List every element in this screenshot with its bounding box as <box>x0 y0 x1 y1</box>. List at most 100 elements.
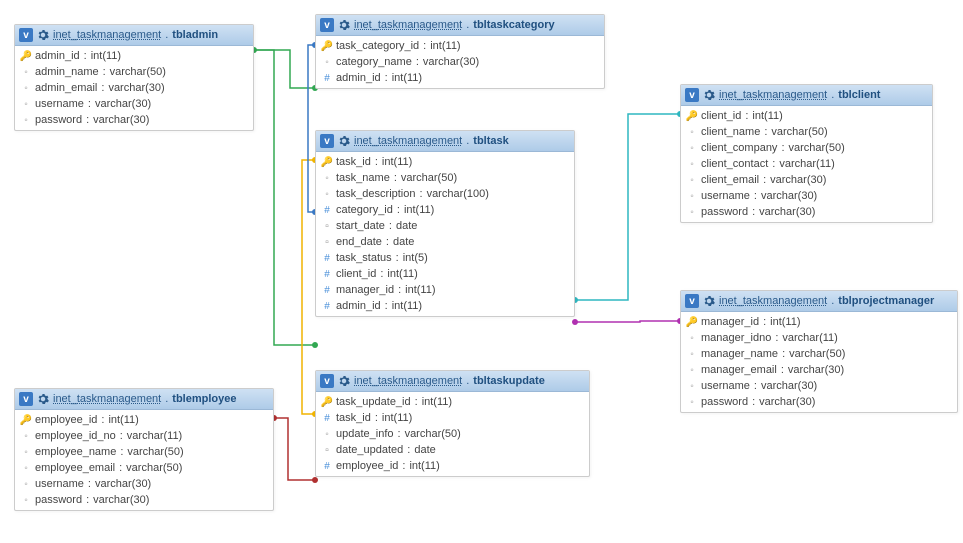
column-name: category_id <box>336 204 393 216</box>
idx-icon: ◦ <box>687 159 697 170</box>
column-row[interactable]: ▫end_date : date <box>316 234 574 250</box>
date-icon: ▫ <box>322 221 332 232</box>
table-header[interactable]: v inet_taskmanagement.tblprojectmanager <box>681 291 957 312</box>
column-type: int(11) <box>108 414 138 426</box>
column-row[interactable]: ◦username : varchar(30) <box>681 378 957 394</box>
gear-icon[interactable] <box>338 19 350 31</box>
column-name: admin_email <box>35 82 97 94</box>
db-table-tblemployee[interactable]: v inet_taskmanagement.tblemployee 🔑employ… <box>14 388 274 511</box>
table-header[interactable]: v inet_taskmanagement.tbltaskupdate <box>316 371 589 392</box>
column-type: varchar(30) <box>761 190 817 202</box>
gear-icon[interactable] <box>338 135 350 147</box>
column-row[interactable]: 🔑admin_id : int(11) <box>15 48 253 64</box>
table-header[interactable]: v inet_taskmanagement.tbladmin <box>15 25 253 46</box>
column-row[interactable]: 🔑client_id : int(11) <box>681 108 932 124</box>
column-row[interactable]: ◦admin_email : varchar(30) <box>15 80 253 96</box>
gear-icon[interactable] <box>37 29 49 41</box>
schema-name: inet_taskmanagement <box>719 295 827 307</box>
column-type: varchar(30) <box>759 396 815 408</box>
column-row[interactable]: #task_status : int(5) <box>316 250 574 266</box>
column-row[interactable]: #admin_id : int(11) <box>316 70 604 86</box>
db-table-tbltaskupdate[interactable]: v inet_taskmanagement.tbltaskupdate🔑task… <box>315 370 590 477</box>
column-row[interactable]: ◦password : varchar(30) <box>681 204 932 220</box>
idx-icon: ◦ <box>687 191 697 202</box>
column-row[interactable]: ◦manager_idno : varchar(11) <box>681 330 957 346</box>
column-row[interactable]: ◦category_name : varchar(30) <box>316 54 604 70</box>
table-name: tblprojectmanager <box>838 295 934 307</box>
gear-icon[interactable] <box>37 393 49 405</box>
column-row[interactable]: 🔑task_category_id : int(11) <box>316 38 604 54</box>
column-row[interactable]: ◦password : varchar(30) <box>681 394 957 410</box>
gear-icon[interactable] <box>703 295 715 307</box>
table-header[interactable]: v inet_taskmanagement.tblclient <box>681 85 932 106</box>
column-name: username <box>701 380 750 392</box>
column-row[interactable]: 🔑employee_id : int(11) <box>15 412 273 428</box>
column-row[interactable]: ◦username : varchar(30) <box>15 476 273 492</box>
idx-icon: ◦ <box>687 207 697 218</box>
table-header[interactable]: v inet_taskmanagement.tbltaskcategory <box>316 15 604 36</box>
table-header[interactable]: v inet_taskmanagement.tblemployee <box>15 389 273 410</box>
column-row[interactable]: ◦client_name : varchar(50) <box>681 124 932 140</box>
column-row[interactable]: ◦employee_email : varchar(50) <box>15 460 273 476</box>
column-row[interactable]: #task_id : int(11) <box>316 410 589 426</box>
db-table-tbladmin[interactable]: v inet_taskmanagement.tbladmin 🔑admin_id … <box>14 24 254 131</box>
column-type: varchar(30) <box>423 56 479 68</box>
relation-line <box>308 45 315 212</box>
idx-icon: ◦ <box>21 115 31 126</box>
column-name: admin_id <box>336 300 381 312</box>
column-row[interactable]: ◦password : varchar(30) <box>15 492 273 508</box>
view-icon: v <box>320 374 334 388</box>
column-type: varchar(50) <box>110 66 166 78</box>
idx-icon: ◦ <box>687 349 697 360</box>
table-header[interactable]: v inet_taskmanagement.tbltask <box>316 131 574 152</box>
relation-line <box>575 114 680 300</box>
idx-icon: ◦ <box>322 429 332 440</box>
column-row[interactable]: 🔑task_update_id : int(11) <box>316 394 589 410</box>
db-table-tbltaskcategory[interactable]: v inet_taskmanagement.tbltaskcategory 🔑ta… <box>315 14 605 89</box>
column-row[interactable]: ◦task_name : varchar(50) <box>316 170 574 186</box>
db-table-tblprojectmanager[interactable]: v inet_taskmanagement.tblprojectmanager 🔑… <box>680 290 958 413</box>
column-row[interactable]: 🔑task_id : int(11) <box>316 154 574 170</box>
column-row[interactable]: ◦employee_id_no : varchar(11) <box>15 428 273 444</box>
view-icon: v <box>685 294 699 308</box>
column-row[interactable]: ◦admin_name : varchar(50) <box>15 64 253 80</box>
column-name: client_contact <box>701 158 768 170</box>
idx-icon: ◦ <box>687 143 697 154</box>
column-type: int(11) <box>770 316 800 328</box>
column-row[interactable]: ▫start_date : date <box>316 218 574 234</box>
key-icon: 🔑 <box>322 397 332 408</box>
column-type: int(11) <box>392 72 422 84</box>
column-row[interactable]: ◦manager_name : varchar(50) <box>681 346 957 362</box>
column-row[interactable]: #admin_id : int(11) <box>316 298 574 314</box>
gear-icon[interactable] <box>703 89 715 101</box>
column-row[interactable]: ◦client_email : varchar(30) <box>681 172 932 188</box>
schema-name: inet_taskmanagement <box>354 135 462 147</box>
column-row[interactable]: ◦task_description : varchar(100) <box>316 186 574 202</box>
column-name: update_info <box>336 428 394 440</box>
column-name: employee_id <box>35 414 97 426</box>
column-row[interactable]: #category_id : int(11) <box>316 202 574 218</box>
view-icon: v <box>685 88 699 102</box>
column-row[interactable]: ◦username : varchar(30) <box>15 96 253 112</box>
column-row[interactable]: ◦client_contact : varchar(11) <box>681 156 932 172</box>
column-row[interactable]: ◦password : varchar(30) <box>15 112 253 128</box>
table-name: tbladmin <box>172 29 218 41</box>
column-row[interactable]: #employee_id : int(11) <box>316 458 589 474</box>
column-row[interactable]: ◦update_info : varchar(50) <box>316 426 589 442</box>
db-table-tbltask[interactable]: v inet_taskmanagement.tbltask 🔑task_id : … <box>315 130 575 317</box>
column-row[interactable]: ◦employee_name : varchar(50) <box>15 444 273 460</box>
column-row[interactable]: ◦client_company : varchar(50) <box>681 140 932 156</box>
relation-endpoint <box>312 477 318 483</box>
idx-icon: ◦ <box>687 333 697 344</box>
gear-icon[interactable] <box>338 375 350 387</box>
db-table-tblclient[interactable]: v inet_taskmanagement.tblclient 🔑client_i… <box>680 84 933 223</box>
column-row[interactable]: ◦username : varchar(30) <box>681 188 932 204</box>
column-row[interactable]: #client_id : int(11) <box>316 266 574 282</box>
table-name: tbltaskupdate <box>473 375 545 387</box>
column-name: task_id <box>336 412 371 424</box>
column-row[interactable]: ▫date_updated : date <box>316 442 589 458</box>
column-row[interactable]: #manager_id : int(11) <box>316 282 574 298</box>
column-row[interactable]: 🔑manager_id : int(11) <box>681 314 957 330</box>
column-row[interactable]: ◦manager_email : varchar(30) <box>681 362 957 378</box>
column-type: int(11) <box>382 156 412 168</box>
